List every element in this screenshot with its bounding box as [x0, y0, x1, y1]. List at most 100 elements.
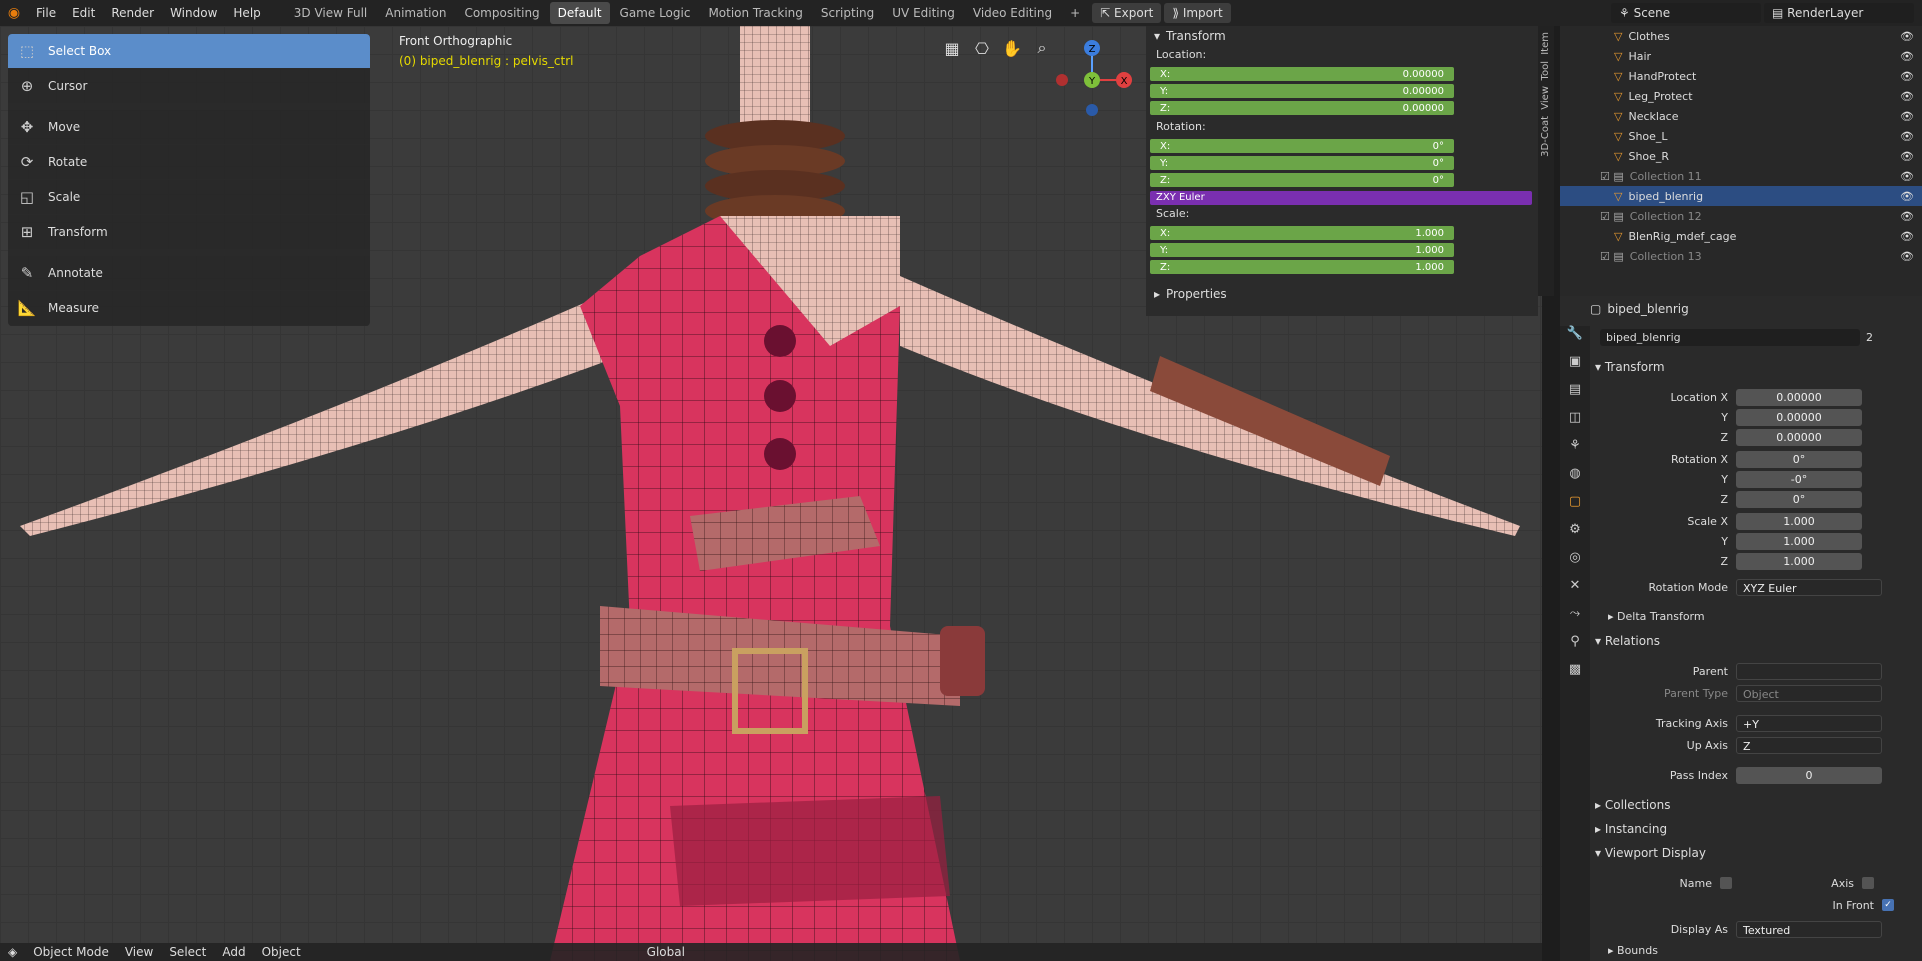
scale-y-input[interactable]: 1.000: [1736, 532, 1862, 550]
rotation-x-field[interactable]: X: 0°: [1150, 139, 1454, 153]
rotation-mode-dropdown[interactable]: ZXY Euler: [1150, 191, 1532, 205]
datablock-field[interactable]: biped_blenrig: [1600, 328, 1860, 346]
transform-section[interactable]: ▾ Transform: [1595, 360, 1665, 374]
in-front-checkbox[interactable]: ✓: [1882, 899, 1894, 911]
scene-selector[interactable]: ⚘ Scene: [1611, 3, 1761, 23]
instancing-section[interactable]: ▸ Instancing: [1595, 822, 1667, 836]
grid-icon[interactable]: ▦: [940, 36, 964, 60]
rotation-z-input[interactable]: 0°: [1736, 490, 1862, 508]
rotation-z-field[interactable]: Z: 0°: [1150, 173, 1454, 187]
menu-file[interactable]: File: [28, 0, 64, 26]
menu-render[interactable]: Render: [103, 0, 162, 26]
location-x-field[interactable]: X: 0.00000: [1150, 67, 1454, 81]
outliner-row[interactable]: ☑ ▤ Collection 13 👁: [1560, 246, 1922, 266]
rotation-x-input[interactable]: 0°: [1736, 450, 1862, 468]
visibility-eye-icon[interactable]: 👁: [1900, 170, 1914, 183]
outliner-row[interactable]: ☑ ▤ Collection 12 👁: [1560, 206, 1922, 226]
outliner-row[interactable]: ▽ Necklace 👁: [1560, 106, 1922, 126]
scale-x-field[interactable]: X: 1.000: [1150, 226, 1454, 240]
tool-cursor[interactable]: ⊕ Cursor: [8, 69, 370, 104]
tab-default[interactable]: Default: [549, 2, 610, 24]
tab-3d-coat[interactable]: 3D-Coat: [1540, 116, 1551, 157]
visibility-eye-icon[interactable]: 👁: [1900, 50, 1914, 63]
constraints-icon[interactable]: ✕: [1560, 578, 1590, 606]
relations-section[interactable]: ▾ Relations: [1595, 634, 1660, 648]
tab-3d-view-full[interactable]: 3D View Full: [286, 2, 376, 24]
physics-icon[interactable]: ◎: [1560, 550, 1590, 578]
view-layer-icon[interactable]: ◫: [1560, 410, 1590, 438]
visibility-eye-icon[interactable]: 👁: [1900, 250, 1914, 263]
location-y-input[interactable]: 0.00000: [1736, 408, 1862, 426]
menu-window[interactable]: Window: [162, 0, 225, 26]
properties-header[interactable]: ▸ Properties: [1146, 284, 1538, 304]
tool-annotate[interactable]: ✎ Annotate: [8, 256, 370, 291]
import-button[interactable]: ⟫ Import: [1164, 3, 1231, 23]
menu-object[interactable]: Object: [254, 945, 309, 959]
tool-select-box[interactable]: ⬚ Select Box: [8, 34, 370, 69]
tab-animation[interactable]: Animation: [377, 2, 454, 24]
location-z-input[interactable]: 0.00000: [1736, 428, 1862, 446]
editor-type-icon[interactable]: ◈: [0, 945, 25, 959]
outliner-row[interactable]: ▽ Leg_Protect 👁: [1560, 86, 1922, 106]
tool-scale[interactable]: ◱ Scale: [8, 180, 370, 215]
outliner-row[interactable]: ▽ Clothes 👁: [1560, 26, 1922, 46]
export-button[interactable]: ⇱ Export: [1092, 3, 1162, 23]
3d-viewport[interactable]: ⬚ Select Box ⊕ Cursor ✥ Move ⟳ Rotate ◱ Scale…: [0, 26, 1542, 961]
outliner-row[interactable]: ▽ Shoe_L 👁: [1560, 126, 1922, 146]
tool-transform[interactable]: ⊞ Transform: [8, 215, 370, 250]
scale-y-field[interactable]: Y: 1.000: [1150, 243, 1454, 257]
tab-scripting[interactable]: Scripting: [813, 2, 882, 24]
outliner-row[interactable]: ▽ HandProtect 👁: [1560, 66, 1922, 86]
rotation-mode-select[interactable]: XYZ Euler: [1736, 578, 1882, 596]
visibility-eye-icon[interactable]: 👁: [1900, 70, 1914, 83]
viewport-display-section[interactable]: ▾ Viewport Display: [1595, 846, 1706, 860]
visibility-eye-icon[interactable]: 👁: [1900, 210, 1914, 223]
users-count[interactable]: 2: [1866, 331, 1873, 344]
tab-tool[interactable]: Tool: [1540, 61, 1551, 80]
menu-select[interactable]: Select: [161, 945, 214, 959]
bounds-section[interactable]: ▸ Bounds: [1608, 944, 1658, 957]
scale-z-input[interactable]: 1.000: [1736, 552, 1862, 570]
add-workspace-button[interactable]: +: [1062, 2, 1088, 24]
tool-rotate[interactable]: ⟳ Rotate: [8, 145, 370, 180]
tab-compositing[interactable]: Compositing: [456, 2, 547, 24]
visibility-eye-icon[interactable]: 👁: [1900, 110, 1914, 123]
location-y-field[interactable]: Y: 0.00000: [1150, 84, 1454, 98]
tool-measure[interactable]: 📐 Measure: [8, 291, 370, 326]
tracking-axis-select[interactable]: +Y: [1736, 714, 1882, 732]
orientation-dropdown[interactable]: Global: [639, 945, 693, 959]
rotation-y-field[interactable]: Y: 0°: [1150, 156, 1454, 170]
visibility-eye-icon[interactable]: 👁: [1900, 30, 1914, 43]
visibility-eye-icon[interactable]: 👁: [1900, 230, 1914, 243]
tab-item[interactable]: Item: [1540, 32, 1551, 55]
menu-add[interactable]: Add: [214, 945, 253, 959]
tab-video-editing[interactable]: Video Editing: [965, 2, 1060, 24]
menu-edit[interactable]: Edit: [64, 0, 103, 26]
up-axis-select[interactable]: Z: [1736, 736, 1882, 754]
parent-field[interactable]: [1736, 662, 1882, 680]
scene-icon[interactable]: ⚘: [1560, 438, 1590, 466]
display-as-select[interactable]: Textured: [1736, 920, 1882, 938]
outliner-row[interactable]: ▽ biped_blenrig 👁: [1560, 186, 1922, 206]
tab-uv-editing[interactable]: UV Editing: [884, 2, 963, 24]
location-z-field[interactable]: Z: 0.00000: [1150, 101, 1454, 115]
visibility-eye-icon[interactable]: 👁: [1900, 130, 1914, 143]
renderlayer-selector[interactable]: ▤ RenderLayer: [1764, 3, 1914, 23]
visibility-eye-icon[interactable]: 👁: [1900, 90, 1914, 103]
output-icon[interactable]: ▤: [1560, 382, 1590, 410]
visibility-eye-icon[interactable]: 👁: [1900, 190, 1914, 203]
menu-view[interactable]: View: [117, 945, 161, 959]
tool-move[interactable]: ✥ Move: [8, 110, 370, 145]
delta-transform-section[interactable]: ▸ Delta Transform: [1608, 610, 1705, 623]
outliner-row[interactable]: ▽ Hair 👁: [1560, 46, 1922, 66]
camera-icon[interactable]: ⎔: [970, 36, 994, 60]
mode-selector[interactable]: Object Mode: [25, 945, 117, 959]
transform-header[interactable]: ▾ Transform: [1146, 26, 1538, 46]
bone-icon[interactable]: ⚲: [1560, 634, 1590, 662]
name-checkbox[interactable]: [1720, 877, 1732, 889]
scale-x-input[interactable]: 1.000: [1736, 512, 1862, 530]
world-icon[interactable]: ◍: [1560, 466, 1590, 494]
modifiers-icon[interactable]: ⚙: [1560, 522, 1590, 550]
axis-checkbox[interactable]: [1862, 877, 1874, 889]
blender-logo-icon[interactable]: ◉: [0, 5, 28, 21]
